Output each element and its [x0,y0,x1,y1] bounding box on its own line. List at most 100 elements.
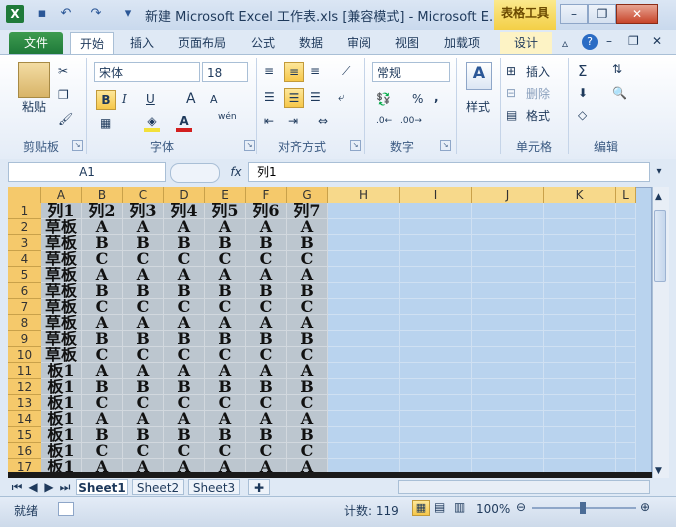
empty-cell[interactable] [328,235,400,251]
row-header[interactable]: 8 [8,315,41,331]
empty-cell[interactable] [400,411,472,427]
empty-cell[interactable] [472,283,544,299]
row-header[interactable]: 5 [8,267,41,283]
empty-cell[interactable] [400,331,472,347]
table-cell[interactable]: C [82,443,123,459]
table-cell[interactable]: 板1 [41,363,82,379]
empty-cell[interactable] [400,235,472,251]
empty-cell[interactable] [400,251,472,267]
row-header[interactable]: 6 [8,283,41,299]
maximize-button[interactable]: ❐ [588,4,616,24]
empty-cell[interactable] [616,235,636,251]
empty-cell[interactable] [544,203,616,219]
empty-cell[interactable] [472,331,544,347]
font-name-select[interactable]: 宋体 [94,62,200,82]
table-cell[interactable]: C [246,251,287,267]
empty-cell[interactable] [544,443,616,459]
table-cell[interactable]: A [123,315,164,331]
italic-button[interactable]: I [122,92,127,106]
table-cell[interactable]: B [246,331,287,347]
percent-button[interactable]: % [412,92,423,106]
table-cell[interactable]: B [123,427,164,443]
doc-minimize-icon[interactable]: – [606,34,612,48]
table-cell[interactable]: B [82,283,123,299]
row-header[interactable]: 9 [8,331,41,347]
format-cells-button[interactable]: 格式 [526,107,550,124]
zoom-slider-thumb[interactable] [580,502,586,514]
autosum-icon[interactable]: Σ [578,62,587,80]
table-cell[interactable]: B [123,235,164,251]
empty-cell[interactable] [400,219,472,235]
tab-design[interactable]: 设计 [500,32,552,54]
empty-cell[interactable] [472,219,544,235]
zoom-out-icon[interactable]: ⊖ [516,500,526,514]
row-header[interactable]: 4 [8,251,41,267]
empty-cell[interactable] [544,347,616,363]
column-header-f[interactable]: F [246,187,287,203]
tab-review[interactable]: 审阅 [340,32,378,54]
select-all-corner[interactable] [8,187,41,203]
scroll-down-icon[interactable]: ▼ [655,466,662,476]
empty-cell[interactable] [472,395,544,411]
table-cell[interactable]: C [123,443,164,459]
increase-decimal-icon[interactable]: .0← [376,116,392,126]
table-cell[interactable]: B [205,427,246,443]
minimize-button[interactable]: – [560,4,588,24]
customize-qat-icon[interactable]: ▾ [120,6,136,22]
table-cell[interactable]: B [82,331,123,347]
table-cell[interactable]: C [205,443,246,459]
empty-cell[interactable] [472,363,544,379]
normal-view-icon[interactable]: ▦ [412,500,430,516]
empty-cell[interactable] [544,331,616,347]
table-cell[interactable]: 列1 [41,203,82,219]
table-cell[interactable]: A [82,219,123,235]
table-cell[interactable]: B [164,379,205,395]
empty-cell[interactable] [472,251,544,267]
table-cell[interactable]: 板1 [41,411,82,427]
table-cell[interactable]: 列6 [246,203,287,219]
prev-sheet-icon[interactable]: ◀ [26,480,40,494]
table-cell[interactable]: C [205,299,246,315]
redo-icon[interactable]: ↷ [88,6,104,22]
insert-cells-button[interactable]: 插入 [526,63,550,80]
tab-addins[interactable]: 加载项 [436,32,488,54]
table-cell[interactable]: C [123,395,164,411]
table-cell[interactable]: C [164,443,205,459]
table-cell[interactable]: B [205,235,246,251]
empty-cell[interactable] [616,299,636,315]
empty-cell[interactable] [400,203,472,219]
table-cell[interactable]: A [246,219,287,235]
table-cell[interactable]: A [123,411,164,427]
table-cell[interactable]: A [164,219,205,235]
table-cell[interactable]: 草板 [41,251,82,267]
table-cell[interactable]: C [246,347,287,363]
table-cell[interactable]: C [164,299,205,315]
table-cell[interactable]: B [205,379,246,395]
sheet-tab-sheet2[interactable]: Sheet2 [132,479,184,495]
currency-icon[interactable]: 💱 [376,92,391,106]
empty-cell[interactable] [544,235,616,251]
table-cell[interactable]: C [82,251,123,267]
row-header[interactable]: 12 [8,379,41,395]
empty-cell[interactable] [472,347,544,363]
table-cell[interactable]: C [246,299,287,315]
table-cell[interactable]: A [205,219,246,235]
empty-cell[interactable] [328,347,400,363]
table-cell[interactable]: C [123,299,164,315]
row-header[interactable]: 11 [8,363,41,379]
table-cell[interactable]: 列2 [82,203,123,219]
empty-cell[interactable] [544,363,616,379]
border-icon[interactable]: ▦ [100,116,111,130]
zoom-level[interactable]: 100% [476,502,510,516]
empty-cell[interactable] [472,411,544,427]
table-cell[interactable]: 列3 [123,203,164,219]
empty-cell[interactable] [544,427,616,443]
column-header-b[interactable]: B [82,187,123,203]
table-cell[interactable]: C [205,347,246,363]
doc-restore-icon[interactable]: ❐ [628,34,639,48]
table-cell[interactable]: B [82,427,123,443]
next-sheet-icon[interactable]: ▶ [42,480,56,494]
empty-cell[interactable] [616,395,636,411]
table-cell[interactable]: 列4 [164,203,205,219]
table-cell[interactable]: 草板 [41,315,82,331]
